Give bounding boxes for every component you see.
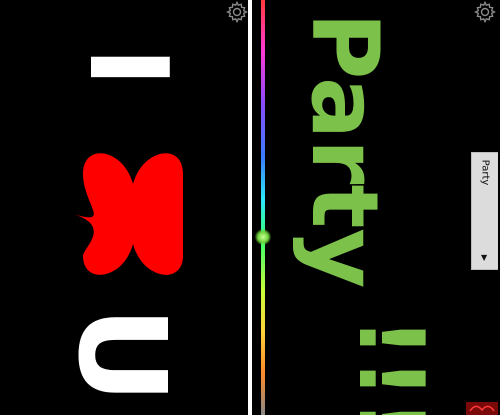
brand-logo-icon — [466, 402, 498, 415]
dropdown-arrow-icon: ▼ — [481, 253, 488, 262]
heart-icon — [73, 153, 183, 275]
settings-gear-icon[interactable] — [225, 0, 248, 24]
settings-gear-icon[interactable] — [473, 0, 497, 24]
text-selector-tab[interactable]: Party ▼ — [471, 152, 498, 270]
party-text: Party — [291, 12, 398, 289]
exclamation-text: !!! — [338, 317, 443, 415]
letter-u-text: U — [51, 306, 190, 404]
app-screen: I U Party !!! Party ▼ — [0, 0, 500, 415]
letter-i-text: I — [65, 46, 190, 88]
color-slider-track[interactable] — [261, 0, 265, 415]
text-selector-label: Party — [479, 159, 491, 186]
color-slider-thumb[interactable] — [255, 228, 271, 245]
left-display-panel: I U — [0, 0, 248, 415]
